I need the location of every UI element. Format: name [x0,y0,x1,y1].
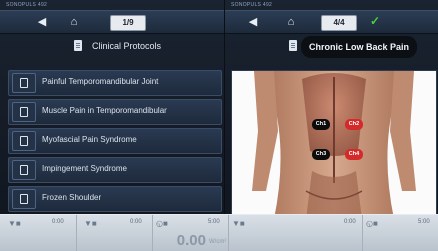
brand-label: SONOPULS 492 [231,2,273,8]
protocol-list: Painful Temporomandibular Joint Muscle P… [8,70,222,215]
checkmark-icon[interactable]: ✓ [370,14,380,28]
channel-2-value: 0:00 [130,219,142,225]
info-icon[interactable] [12,189,36,209]
document-icon [289,40,297,51]
list-item[interactable]: Impingement Syndrome [8,157,222,183]
channel-1-segment[interactable]: ▼■ 0:00 [0,215,77,251]
home-icon[interactable]: ⌂ [66,15,82,29]
intensity-unit: W/cm² [209,239,227,245]
info-icon[interactable] [12,73,36,93]
channel-1-marker[interactable]: Ch1 [312,119,330,130]
list-item-label: Muscle Pain in Temporomandibular [42,106,167,115]
ultrasound-head-icon: ▼■ [232,219,245,228]
list-item-label: Myofascial Pain Syndrome [42,135,137,144]
right-panel: SONOPULS 492 ◀ ⌂ 4/4 ✓ Chronic Low Back … [224,0,438,220]
info-icon[interactable] [12,160,36,180]
timer-icon: ◵■ [366,219,378,228]
right-top-bar: ◀ ⌂ 4/4 ✓ [225,10,438,34]
status-dots [70,2,102,15]
page-indicator: 4/4 [321,15,357,31]
channel-2-segment[interactable]: ▼■ 0:00 [76,215,153,251]
list-item[interactable]: Myofascial Pain Syndrome [8,128,222,154]
page-indicator: 1/9 [110,15,146,31]
intensity-value: 0.00 [176,232,206,249]
time-value: 5:00 [208,219,220,225]
list-item[interactable]: Muscle Pain in Temporomandibular [8,99,222,125]
device-screen: SONOPULS 492 ◀ ⌂ 1/9 Clinical Protocols … [0,0,438,251]
channel-1-value: 0:00 [52,219,64,225]
list-item-label: Frozen Shoulder [42,193,102,202]
list-item[interactable]: Painful Temporomandibular Joint [8,70,222,96]
info-icon[interactable] [12,131,36,151]
right-title-row: Chronic Low Back Pain [225,36,438,58]
document-icon [74,40,82,51]
back-arrow-icon[interactable]: ◀ [245,15,261,29]
list-item-label: Impingement Syndrome [42,164,127,173]
left-panel: SONOPULS 492 ◀ ⌂ 1/9 Clinical Protocols … [0,0,224,214]
back-arrow-icon[interactable]: ◀ [34,15,50,29]
channel-3-marker[interactable]: Ch3 [312,149,330,160]
list-item[interactable]: Frozen Shoulder [8,186,222,212]
home-icon[interactable]: ⌂ [283,15,299,29]
brand-label: SONOPULS 492 [6,2,48,8]
left-top-bar: ◀ ⌂ 1/9 [0,10,224,34]
right-time-value: 5:00 [418,219,430,225]
page-title: Clinical Protocols [92,41,162,51]
right-timer-segment[interactable]: ◵■ 5:00 [362,215,438,251]
list-item-label: Painful Temporomandibular Joint [42,77,159,86]
channel-2-marker[interactable]: Ch2 [345,119,363,130]
timer-icon: ◵■ [156,219,168,228]
left-title-row: Clinical Protocols [0,36,224,58]
ultrasound-head-icon: ▼■ [84,219,97,228]
right-channel-segment[interactable]: ▼■ 0:00 [228,215,363,251]
intensity-segment[interactable]: ◵■ 5:00 0.00 W/cm² [152,215,229,251]
ultrasound-head-icon: ▼■ [8,219,21,228]
page-title: Chronic Low Back Pain [301,36,418,58]
status-dots [297,2,329,15]
info-icon[interactable] [12,102,36,122]
torso-illustration [252,71,416,219]
right-channel-value: 0:00 [344,219,356,225]
bottom-status-bar: ▼■ 0:00 ▼■ 0:00 ◵■ 5:00 0.00 W/cm² ▼■ 0:… [0,214,438,251]
body-image: Ch1 Ch2 Ch3 Ch4 [231,70,437,220]
channel-4-marker[interactable]: Ch4 [345,149,363,160]
